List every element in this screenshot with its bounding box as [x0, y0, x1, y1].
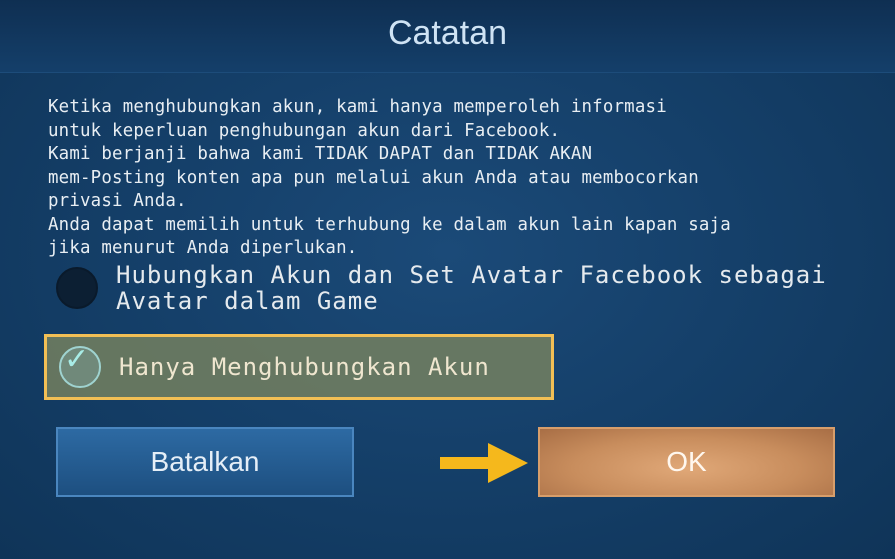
- option-link-and-set-avatar[interactable]: Hubungkan Akun dan Set Avatar Facebook s…: [56, 262, 886, 314]
- radio-checked[interactable]: ✓: [59, 342, 101, 388]
- title-bar: Catatan: [0, 0, 895, 73]
- cancel-button[interactable]: Batalkan: [56, 427, 354, 497]
- radio-unchecked[interactable]: [56, 267, 98, 309]
- dialog-title: Catatan: [387, 14, 508, 52]
- link-account-dialog: Catatan Ketika menghubungkan akun, kami …: [0, 0, 895, 559]
- arrow-right-icon: [440, 443, 528, 483]
- dialog-message: Ketika menghubungkan akun, kami hanya me…: [48, 97, 731, 258]
- option-label: Hanya Menghubungkan Akun: [119, 353, 490, 381]
- option-label: Hubungkan Akun dan Set Avatar Facebook s…: [116, 261, 827, 315]
- check-icon: ✓: [64, 342, 90, 377]
- option-link-only[interactable]: ✓ Hanya Menghubungkan Akun: [44, 334, 554, 400]
- ok-button[interactable]: OK: [538, 427, 835, 497]
